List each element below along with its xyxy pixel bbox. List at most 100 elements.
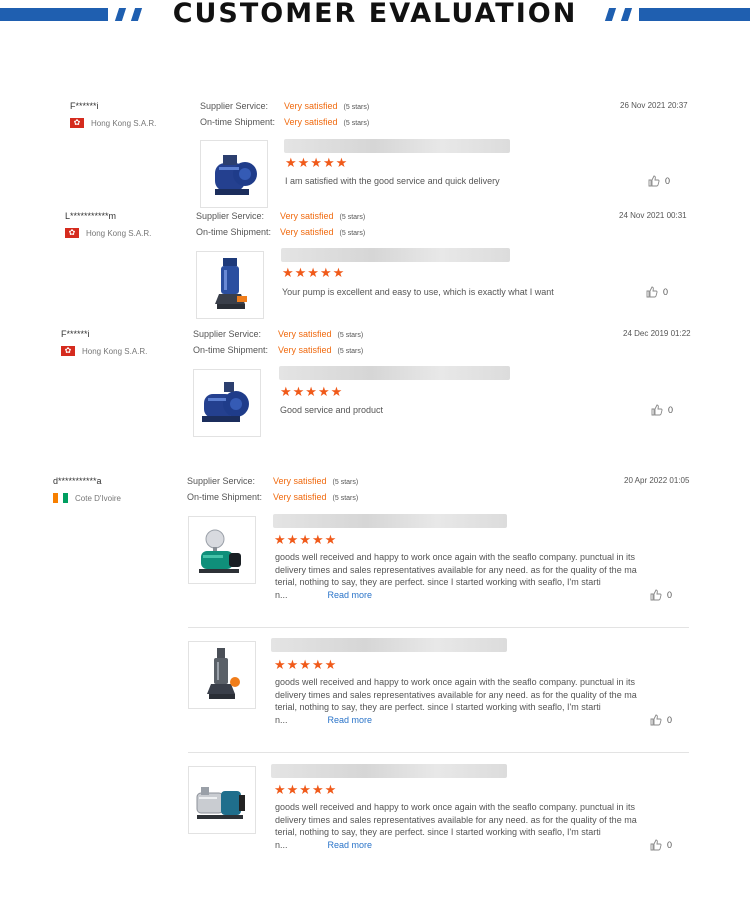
thumbs-up-icon (650, 839, 662, 851)
ontime-shipment-stars: (5 stars) (339, 230, 366, 237)
supplier-service-rating: Supplier Service: Very satisfied (5 stars) (193, 329, 363, 339)
ontime-shipment-label: On-time Shipment: (196, 227, 272, 237)
supplier-service-stars: (5 stars) (339, 214, 366, 221)
comment-line: goods well received and happy to work on… (275, 552, 636, 562)
review-date: 24 Dec 2019 01:22 (623, 329, 691, 338)
hong-kong-flag-icon (61, 344, 75, 358)
reviewer-country-label: Hong Kong S.A.R. (91, 118, 157, 128)
item-divider (188, 752, 689, 753)
like-count: 0 (667, 840, 673, 850)
rating-stars: ★★★★★ (282, 265, 346, 280)
supplier-service-value: Very satisfied (284, 101, 338, 111)
comment-line: terial, nothing to say, they are perfect… (275, 577, 601, 587)
supplier-service-label: Supplier Service: (200, 101, 269, 111)
rating-stars: ★★★★★ (285, 155, 349, 170)
supplier-service-value: Very satisfied (278, 329, 332, 339)
reviewer-name: d***********a (53, 476, 102, 486)
ontime-shipment-value: Very satisfied (273, 492, 327, 502)
hong-kong-flag-icon (70, 116, 84, 130)
ontime-shipment-stars: (5 stars) (337, 348, 364, 355)
review-comment: I am satisfied with the good service and… (285, 176, 500, 186)
pump-icon (202, 382, 249, 422)
booster-pump-icon (199, 529, 241, 573)
reviewer-country: Hong Kong S.A.R. (65, 226, 152, 240)
supplier-service-label: Supplier Service: (196, 211, 265, 221)
like-button[interactable]: 0 (650, 589, 672, 601)
reviewer-country-label: Hong Kong S.A.R. (82, 346, 148, 356)
blurred-product-title (279, 366, 510, 380)
submersible-pump-icon (207, 648, 240, 699)
product-thumbnail[interactable] (196, 251, 264, 319)
like-button[interactable]: 0 (648, 175, 670, 187)
supplier-service-stars: (5 stars) (332, 479, 359, 486)
like-count: 0 (668, 405, 674, 415)
ontime-shipment-rating: On-time Shipment: Very satisfied (5 stars) (196, 227, 365, 237)
like-count: 0 (667, 715, 673, 725)
read-more-link[interactable]: Read more (328, 590, 373, 600)
reviewer-name: F******i (70, 101, 99, 111)
product-thumbnail[interactable] (188, 641, 256, 709)
rating-stars: ★★★★★ (274, 657, 338, 672)
like-button[interactable]: 0 (651, 404, 673, 416)
rating-stars: ★★★★★ (274, 532, 338, 547)
jet-pump-icon (196, 787, 245, 819)
reviewer-name: F******i (61, 329, 90, 339)
reviewer-country: Cote D'Ivoire (53, 493, 121, 503)
ontime-shipment-value: Very satisfied (280, 227, 334, 237)
review-comment: Your pump is excellent and easy to use, … (282, 287, 554, 297)
like-count: 0 (665, 176, 671, 186)
submersible-pump-icon (215, 258, 247, 309)
thumbs-up-icon (650, 714, 662, 726)
ontime-shipment-label: On-time Shipment: (200, 117, 276, 127)
product-thumbnail[interactable] (188, 766, 256, 834)
supplier-service-value: Very satisfied (273, 476, 327, 486)
supplier-service-rating: Supplier Service: Very satisfied (5 stars) (196, 211, 365, 221)
comment-line: goods well received and happy to work on… (275, 677, 636, 687)
thumbs-up-icon (650, 589, 662, 601)
hong-kong-flag-icon (65, 226, 79, 240)
supplier-service-label: Supplier Service: (187, 476, 256, 486)
product-thumbnail[interactable] (193, 369, 261, 437)
page-header: CUSTOMER EVALUATION (0, 0, 750, 30)
item-divider (188, 627, 689, 628)
review-comment: Good service and product (280, 405, 384, 415)
comment-line: terial, nothing to say, they are perfect… (275, 702, 601, 712)
comment-line: goods well received and happy to work on… (275, 802, 636, 812)
comment-line: n... (275, 589, 288, 600)
header-decoration-right (604, 8, 750, 21)
ontime-shipment-label: On-time Shipment: (187, 492, 263, 502)
reviewer-name: L***********m (65, 211, 117, 221)
supplier-service-stars: (5 stars) (337, 332, 364, 339)
like-count: 0 (667, 590, 673, 600)
like-count: 0 (663, 287, 669, 297)
product-thumbnail[interactable] (200, 140, 268, 208)
supplier-service-rating: Supplier Service: Very satisfied (5 stars) (200, 101, 369, 111)
thumbs-up-icon (651, 404, 663, 416)
blurred-product-title (281, 248, 510, 262)
like-button[interactable]: 0 (650, 714, 672, 726)
read-more-link[interactable]: Read more (328, 840, 373, 850)
supplier-service-stars: (5 stars) (343, 104, 370, 111)
supplier-service-label: Supplier Service: (193, 329, 262, 339)
rating-stars: ★★★★★ (274, 782, 338, 797)
blurred-product-title (273, 514, 507, 528)
review-comment: goods well received and happy to work on… (275, 801, 665, 851)
reviewer-country-label: Hong Kong S.A.R. (86, 228, 152, 238)
ontime-shipment-value: Very satisfied (278, 345, 332, 355)
reviewer-country: Hong Kong S.A.R. (61, 344, 148, 358)
blurred-product-title (271, 638, 507, 652)
review-date: 24 Nov 2021 00:31 (619, 211, 687, 220)
comment-line: delivery times and sales representatives… (275, 564, 637, 575)
comment-line: delivery times and sales representatives… (275, 689, 637, 700)
comment-line: n... (275, 714, 288, 725)
rating-stars: ★★★★★ (280, 384, 344, 399)
blurred-product-title (284, 139, 510, 153)
like-button[interactable]: 0 (646, 286, 668, 298)
ontime-shipment-rating: On-time Shipment: Very satisfied (5 stars) (193, 345, 363, 355)
like-button[interactable]: 0 (650, 839, 672, 851)
read-more-link[interactable]: Read more (328, 715, 373, 725)
review-date: 26 Nov 2021 20:37 (620, 101, 688, 110)
thumbs-up-icon (646, 286, 658, 298)
comment-line: terial, nothing to say, they are perfect… (275, 827, 601, 837)
product-thumbnail[interactable] (188, 516, 256, 584)
